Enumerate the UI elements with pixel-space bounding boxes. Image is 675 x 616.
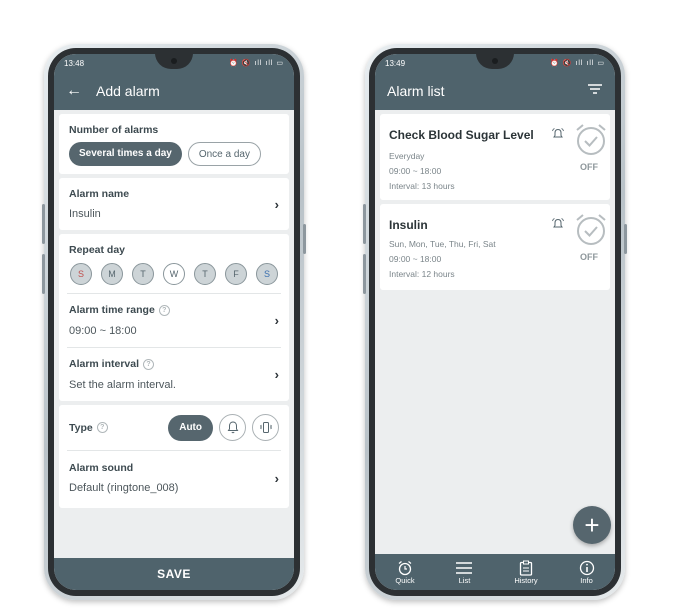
alarm-interval: Interval: 12 hours [389, 269, 455, 279]
app-bar: ← Add alarm [54, 72, 294, 110]
alarm-time-range-value: 09:00 ~ 18:00 [69, 325, 137, 337]
alarm-clock-icon [397, 560, 413, 576]
nav-item-label: History [514, 575, 538, 585]
nav-item-label: Quick [395, 575, 415, 585]
alarm-days: Everyday [389, 151, 425, 161]
vibrate-icon[interactable] [252, 414, 279, 441]
bell-icon[interactable] [219, 414, 246, 441]
save-button[interactable]: SAVE [54, 558, 294, 590]
list-icon [455, 560, 473, 576]
status-time: 13:49 [385, 58, 406, 68]
alarm-title: Insulin [389, 218, 428, 232]
alarm-bell-icon [552, 218, 564, 233]
add-alarm-screen: 13:48 ⏰ 🔇 ıll ıll ▭ ← Add alarm Number o… [54, 54, 294, 590]
status-icons: ⏰ 🔇 ıll ıll ▭ [550, 60, 605, 67]
alarm-interval-label: Alarm interval [69, 358, 140, 370]
alarm-toggle-off-icon[interactable] [574, 123, 608, 157]
repeat-day-label: Repeat day [69, 244, 126, 256]
several-times-a-day-option[interactable]: Several times a day [69, 142, 182, 166]
alarm-state-label: OFF [580, 252, 598, 262]
right-phone: 13:49 ⏰ 🔇 ıll ıll ▭ Alarm list Check Blo… [363, 44, 627, 600]
power-button [303, 224, 306, 254]
help-icon[interactable]: ? [96, 422, 108, 434]
alarm-name-row[interactable]: Alarm name Insulin › [59, 178, 289, 230]
day-toggle-friday[interactable]: F [225, 263, 247, 285]
type-label: Type [69, 421, 93, 434]
alarm-card[interactable]: Check Blood Sugar Level Everyday 09:00 ~… [380, 114, 610, 200]
help-icon[interactable]: ? [158, 304, 170, 316]
alarm-days: Sun, Mon, Tue, Thu, Fri, Sat [389, 239, 496, 249]
volume-button [363, 254, 366, 294]
day-toggle-tuesday[interactable]: T [132, 263, 154, 285]
chevron-right-icon: › [274, 313, 279, 328]
alarm-interval-row[interactable]: Alarm interval? Set the alarm interval. … [59, 348, 289, 401]
schedule-card: Repeat day S M T W T F S Alarm time rang… [59, 234, 289, 401]
type-sound-card: Type? Auto Alarm sound Default (ringtone… [59, 405, 289, 508]
day-toggle-sunday[interactable]: S [70, 263, 92, 285]
alarm-list-screen: 13:49 ⏰ 🔇 ıll ıll ▭ Alarm list Check Blo… [375, 54, 615, 590]
chevron-right-icon: › [274, 196, 279, 212]
sort-icon[interactable] [587, 82, 603, 100]
chevron-right-icon: › [274, 470, 279, 486]
alarm-state-label: OFF [580, 162, 598, 172]
volume-button [363, 204, 366, 244]
type-auto-button[interactable]: Auto [168, 414, 213, 441]
page-title: Alarm list [387, 83, 445, 99]
once-a-day-option[interactable]: Once a day [187, 142, 261, 166]
alarm-sound-value: Default (ringtone_008) [69, 482, 179, 494]
volume-button [42, 254, 45, 294]
day-toggle-wednesday[interactable]: W [163, 263, 185, 285]
clipboard-icon [519, 560, 533, 576]
chevron-right-icon: › [274, 367, 279, 382]
number-of-alarms-card: Number of alarms Several times a day Onc… [59, 114, 289, 174]
alarm-time-range: 09:00 ~ 18:00 [389, 166, 442, 176]
volume-button [42, 204, 45, 244]
page-title: Add alarm [96, 83, 160, 99]
status-time: 13:48 [64, 58, 85, 68]
type-row: Type? Auto [59, 405, 289, 450]
add-alarm-button[interactable]: + [573, 506, 611, 544]
repeat-day-selector: S M T W T F S [69, 263, 279, 285]
nav-item-history[interactable]: History [514, 560, 538, 585]
day-toggle-saturday[interactable]: S [256, 263, 278, 285]
alarm-name-value: Insulin [69, 208, 101, 220]
nav-item-quick[interactable]: Quick [395, 560, 415, 585]
alarm-sound-label: Alarm sound [69, 462, 134, 474]
status-icons: ⏰ 🔇 ıll ıll ▭ [229, 60, 284, 67]
nav-item-label: List [458, 575, 471, 585]
alarm-time-range-label: Alarm time range [69, 304, 155, 316]
app-bar: Alarm list [375, 72, 615, 110]
alarm-interval-value: Set the alarm interval. [69, 379, 176, 391]
info-icon [579, 560, 595, 576]
alarm-card[interactable]: Insulin Sun, Mon, Tue, Thu, Fri, Sat 09:… [380, 204, 610, 290]
day-toggle-monday[interactable]: M [101, 263, 123, 285]
nav-item-label: Info [580, 575, 593, 585]
help-icon[interactable]: ? [143, 358, 155, 370]
nav-item-info[interactable]: Info [579, 560, 595, 585]
alarm-time-range: 09:00 ~ 18:00 [389, 254, 442, 264]
alarm-title: Check Blood Sugar Level [389, 128, 534, 142]
nav-item-list[interactable]: List [455, 560, 473, 585]
alarm-sound-row[interactable]: Alarm sound Default (ringtone_008) › [59, 451, 289, 508]
back-arrow-icon[interactable]: ← [66, 82, 96, 100]
alarm-bell-icon [552, 128, 564, 143]
day-toggle-thursday[interactable]: T [194, 263, 216, 285]
bottom-nav: Quick List History Info [375, 554, 615, 590]
alarm-name-label: Alarm name [69, 188, 130, 200]
alarm-interval: Interval: 13 hours [389, 181, 455, 191]
number-of-alarms-label: Number of alarms [69, 124, 159, 136]
alarm-time-range-row[interactable]: Alarm time range? 09:00 ~ 18:00 › [59, 294, 289, 347]
power-button [624, 224, 627, 254]
left-phone: 13:48 ⏰ 🔇 ıll ıll ▭ ← Add alarm Number o… [42, 44, 306, 600]
alarm-toggle-off-icon[interactable] [574, 213, 608, 247]
